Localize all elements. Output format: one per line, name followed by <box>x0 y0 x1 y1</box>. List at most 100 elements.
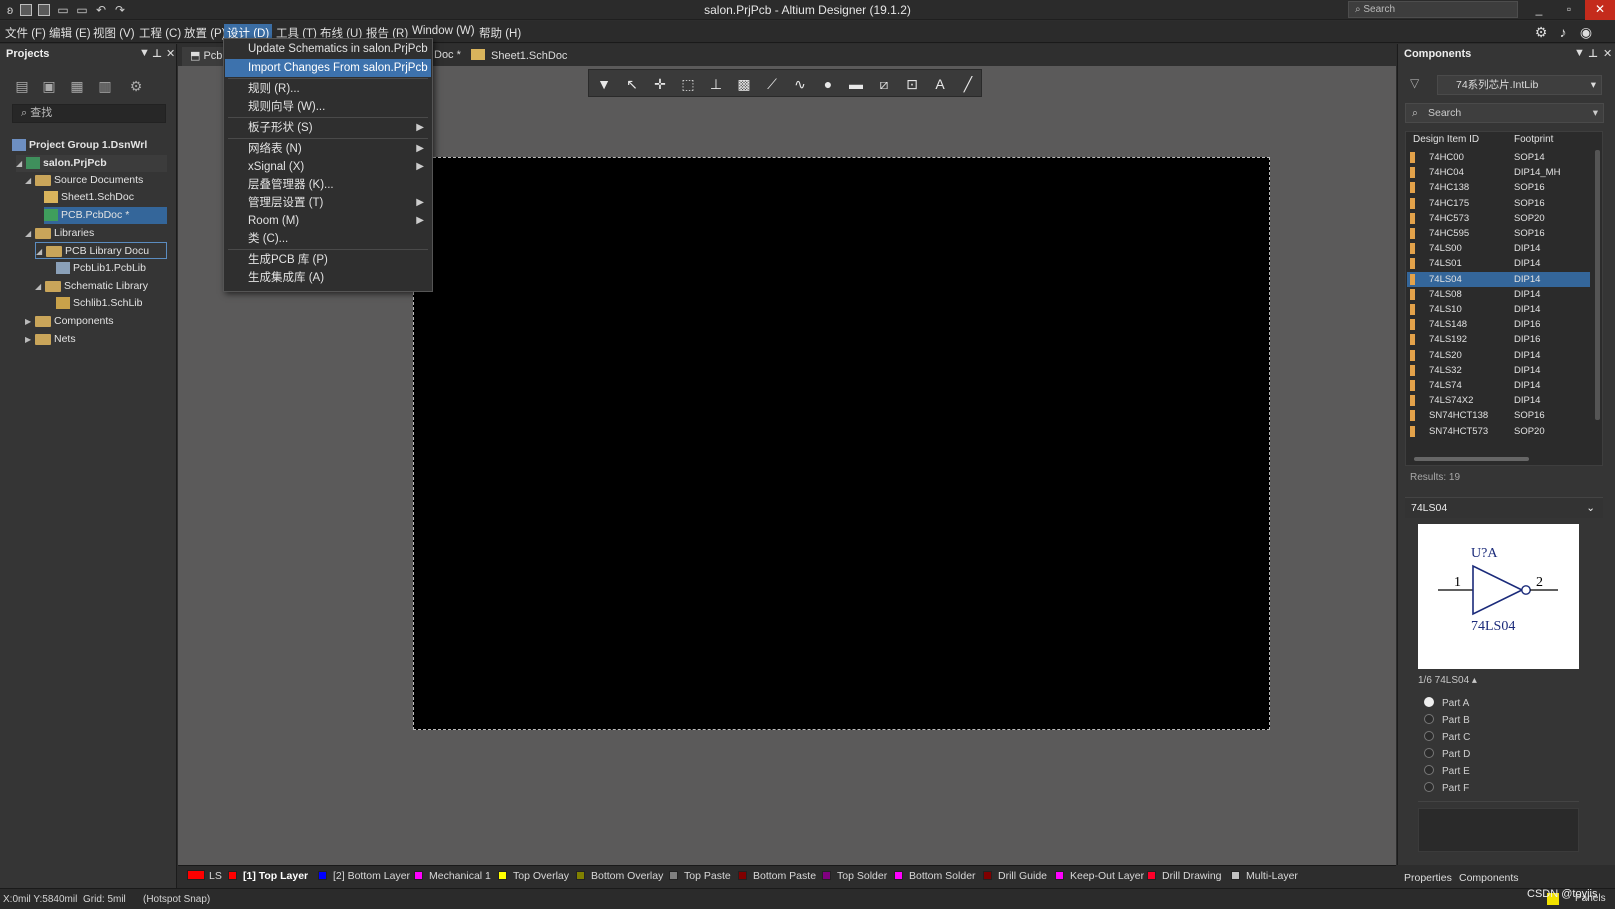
part-selector[interactable]: 1/6 74LS04 ▴ <box>1418 675 1477 686</box>
column-header-footprint[interactable]: Footprint <box>1514 134 1553 145</box>
menu-item-netlist[interactable]: 网络表 (N) ▶ <box>225 140 431 158</box>
layer-tab-bottom-overlay[interactable]: Bottom Overlay <box>576 869 663 884</box>
component-icon[interactable]: ▩ <box>733 74 755 94</box>
menu-project[interactable]: 工程 (C) <box>136 24 184 42</box>
project-options-icon[interactable]: ▣ <box>39 78 59 96</box>
tree-item-sheet1[interactable]: Sheet1.SchDoc <box>44 189 134 206</box>
text-icon[interactable]: A <box>929 74 951 94</box>
layer-tab-bottom-solder[interactable]: Bottom Solder <box>894 869 976 884</box>
notifications-bell-icon[interactable]: ♪ <box>1555 24 1571 40</box>
via-icon[interactable]: ● <box>817 74 839 94</box>
components-search-input[interactable]: ⌕ Search ▾ <box>1405 103 1604 123</box>
global-search-input[interactable]: ⌕ Search <box>1348 1 1518 18</box>
table-row[interactable]: 74LS74 DIP14 <box>1407 378 1590 393</box>
collapse-icon[interactable]: ◢ <box>25 225 35 242</box>
move-icon[interactable]: ✛ <box>649 74 671 94</box>
menu-help[interactable]: 帮助 (H) <box>476 24 524 42</box>
compile-icon[interactable]: ▦ <box>67 78 87 96</box>
layer-tab-mechanical-1[interactable]: Mechanical 1 <box>414 869 491 884</box>
part-option-a[interactable]: Part A <box>1424 697 1469 711</box>
select-area-icon[interactable]: ⬚ <box>677 74 699 94</box>
align-icon[interactable]: ⊥ <box>705 74 727 94</box>
part-option-f[interactable]: Part F <box>1424 782 1469 796</box>
tab-sheet1[interactable]: Sheet1.SchDoc <box>463 47 575 66</box>
expand-icon[interactable]: ▶ <box>25 313 35 330</box>
layer-tab-top-layer[interactable]: [1] Top Layer <box>228 869 308 884</box>
layer-tab-keep-out-layer[interactable]: Keep-Out Layer <box>1055 869 1144 884</box>
layer-tab-drill-drawing[interactable]: Drill Drawing <box>1147 869 1222 884</box>
expand-icon[interactable]: ▶ <box>25 331 35 348</box>
table-row[interactable]: 74HC573 SOP20 <box>1407 211 1590 226</box>
project-folder-icon[interactable]: ▥ <box>95 78 115 96</box>
diff-pair-icon[interactable]: ∿ <box>789 74 811 94</box>
pin-icon[interactable]: ⊥ <box>152 47 162 60</box>
layer-tab-bottom-layer[interactable]: [2] Bottom Layer <box>318 869 410 884</box>
vertical-scrollbar[interactable] <box>1595 150 1600 420</box>
horizontal-scrollbar[interactable] <box>1414 457 1529 461</box>
tree-item-pcblib1[interactable]: PcbLib1.PcbLib <box>56 260 146 277</box>
table-row[interactable]: 74LS00 DIP14 <box>1407 241 1590 256</box>
save-project-icon[interactable]: ▤ <box>12 78 32 96</box>
projects-search-input[interactable]: ⌕ 查找 <box>12 104 166 123</box>
part-option-e[interactable]: Part E <box>1424 765 1470 779</box>
menu-item-import-changes[interactable]: Import Changes From salon.PrjPcb <box>225 59 431 77</box>
user-account-icon[interactable]: ◉ <box>1578 24 1594 40</box>
table-row[interactable]: 74LS148 DIP16 <box>1407 317 1590 332</box>
table-row[interactable]: 74LS32 DIP14 <box>1407 363 1590 378</box>
tree-item-source-documents[interactable]: ◢ Source Documents <box>25 172 143 189</box>
menu-edit[interactable]: 编辑 (E) <box>46 24 94 42</box>
table-row[interactable]: SN74HCT573 SOP20 <box>1407 424 1590 439</box>
menu-item-make-integrated-library[interactable]: 生成集成库 (A) <box>225 269 431 287</box>
route-icon[interactable]: ⟋ <box>761 74 783 94</box>
menu-item-room[interactable]: Room (M) ▶ <box>225 212 431 230</box>
table-row[interactable]: 74HC00 SOP14 <box>1407 150 1590 165</box>
layer-tab-top-overlay[interactable]: Top Overlay <box>498 869 569 884</box>
layer-tab-top-solder[interactable]: Top Solder <box>822 869 887 884</box>
tree-item-salon-prjpcb[interactable]: ◢ salon.PrjPcb <box>16 155 167 172</box>
menu-item-board-shape[interactable]: 板子形状 (S) ▶ <box>225 119 431 137</box>
table-row[interactable]: 74LS192 DIP16 <box>1407 332 1590 347</box>
pin-icon[interactable]: ⊥ <box>1588 47 1598 60</box>
tree-item-components[interactable]: ▶ Components <box>25 313 114 330</box>
menu-item-make-pcb-library[interactable]: 生成PCB 库 (P) <box>225 251 431 269</box>
library-select[interactable]: 74系列芯片.IntLib ▾ <box>1437 75 1602 95</box>
collapse-icon[interactable]: ◢ <box>16 155 26 172</box>
table-row[interactable]: 74LS10 DIP14 <box>1407 302 1590 317</box>
tree-item-pcb-library-documents[interactable]: ◢ PCB Library Docu <box>35 242 167 259</box>
maximize-button[interactable]: ▫ <box>1554 0 1584 20</box>
select-icon[interactable]: ↖ <box>621 74 643 94</box>
table-row[interactable]: 74LS04 DIP14 <box>1407 271 1590 287</box>
column-header-design-item-id[interactable]: Design Item ID <box>1413 134 1479 145</box>
filter-icon[interactable]: ▼ <box>593 74 615 94</box>
table-row[interactable]: 74HC04 DIP14_MH <box>1407 165 1590 180</box>
tree-item-nets[interactable]: ▶ Nets <box>25 331 76 348</box>
table-row[interactable]: 74HC175 SOP16 <box>1407 196 1590 211</box>
menu-window[interactable]: Window (W) <box>409 24 478 38</box>
menu-item-manage-layer-sets[interactable]: 管理层设置 (T) ▶ <box>225 194 431 212</box>
tab-properties[interactable]: Properties <box>1404 872 1452 887</box>
layer-tab-multi-layer[interactable]: Multi-Layer <box>1231 869 1298 884</box>
tree-item-schematic-library[interactable]: ◢ Schematic Library <box>35 278 148 295</box>
layer-tab-top-paste[interactable]: Top Paste <box>669 869 731 884</box>
table-row[interactable]: SN74HCT138 SOP16 <box>1407 408 1590 423</box>
menu-item-xsignal[interactable]: xSignal (X) ▶ <box>225 158 431 176</box>
menu-item-rule-wizard[interactable]: 规则向导 (W)... <box>225 98 431 116</box>
menu-view[interactable]: 视图 (V) <box>90 24 138 42</box>
filter-icon[interactable]: ▽ <box>1410 76 1419 90</box>
settings-gear-icon[interactable]: ⚙ <box>1533 24 1549 40</box>
tree-item-project-group[interactable]: Project Group 1.DsnWrl <box>12 137 167 154</box>
keepout-icon[interactable]: ⧄ <box>873 74 895 94</box>
close-button[interactable]: ✕ <box>1585 0 1615 20</box>
layer-tab-bottom-paste[interactable]: Bottom Paste <box>738 869 816 884</box>
panel-close-icon[interactable]: ✕ <box>166 47 175 60</box>
table-row[interactable]: 74HC138 SOP16 <box>1407 180 1590 195</box>
dimension-icon[interactable]: ⊡ <box>901 74 923 94</box>
pcb-board-outline[interactable] <box>413 157 1270 730</box>
part-option-c[interactable]: Part C <box>1424 731 1470 745</box>
layer-set-ls[interactable]: LS <box>187 869 222 884</box>
menu-item-classes[interactable]: 类 (C)... <box>225 230 431 248</box>
part-option-b[interactable]: Part B <box>1424 714 1470 728</box>
minimize-button[interactable]: _ <box>1524 0 1554 20</box>
table-row[interactable]: 74LS74X2 DIP14 <box>1407 393 1590 408</box>
part-option-d[interactable]: Part D <box>1424 748 1470 762</box>
